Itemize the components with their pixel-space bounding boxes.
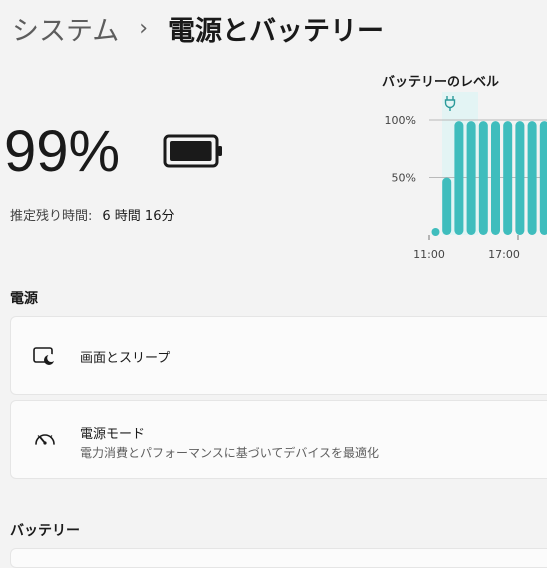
- chart-title: バッテリーのレベル: [382, 75, 500, 90]
- power-mode-subtitle: 電力消費とパフォーマンスに基づいてデバイスを最適化: [80, 446, 380, 460]
- data-bar: [503, 121, 513, 235]
- x-tick-label: 11:00: [413, 248, 445, 261]
- remaining-label: 推定残り時間:: [10, 209, 93, 224]
- power-mode-title: 電源モード: [80, 427, 146, 442]
- screen-and-sleep-card[interactable]: 画面とスリープ: [10, 316, 547, 395]
- screen-and-sleep-title: 画面とスリープ: [80, 351, 171, 366]
- data-bar: [466, 121, 476, 235]
- data-bar: [527, 121, 537, 235]
- breadcrumb-parent-system[interactable]: システム: [12, 9, 119, 48]
- data-bar: [478, 121, 488, 235]
- power-mode-card[interactable]: 電源モード 電力消費とパフォーマンスに基づいてデバイスを最適化: [10, 400, 547, 479]
- y-tick-label: 50%: [392, 172, 416, 185]
- battery-percentage: 99%: [4, 119, 121, 184]
- screen-sleep-icon: [33, 347, 55, 365]
- battery-settings-card[interactable]: [10, 548, 547, 568]
- data-point: [431, 228, 440, 236]
- power-mode-gauge-icon: [35, 434, 55, 445]
- section-label-battery: バッテリー: [10, 523, 80, 539]
- x-tick-label: 17:00: [488, 248, 520, 261]
- remaining-value: 6 時間 16分: [102, 209, 175, 224]
- data-bar: [539, 121, 547, 235]
- estimated-time-remaining: 推定残り時間: 6 時間 16分: [10, 205, 174, 224]
- y-tick-label: 100%: [385, 114, 416, 127]
- data-bar: [442, 177, 452, 235]
- section-label-power: 電源: [10, 291, 38, 307]
- battery-icon: [163, 134, 222, 168]
- page-title: 電源とバッテリー: [168, 15, 385, 47]
- data-bar: [515, 121, 525, 235]
- battery-level-chart[interactable]: 100% 50% 11:00 17:00: [378, 90, 547, 265]
- breadcrumb: システム › 電源とバッテリー: [12, 8, 384, 48]
- data-bar: [491, 121, 500, 235]
- breadcrumb-separator: ›: [139, 15, 149, 41]
- data-bar: [454, 121, 464, 235]
